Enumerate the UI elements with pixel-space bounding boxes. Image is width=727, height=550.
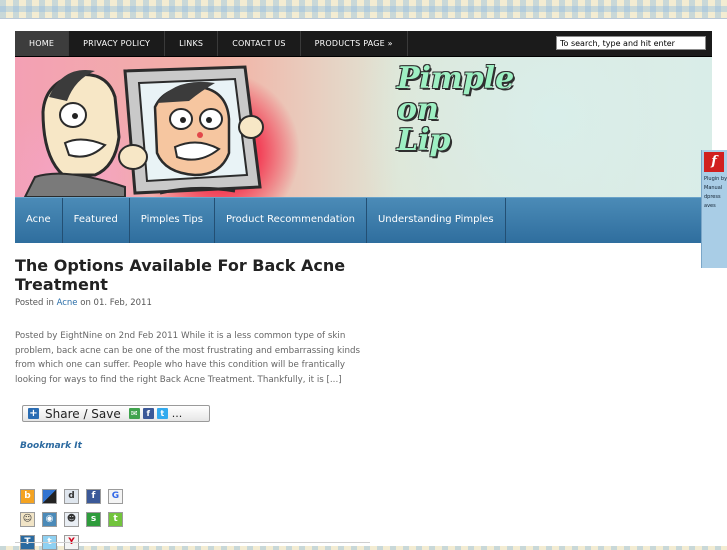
nav-home[interactable]: HOME — [15, 31, 70, 56]
nav-privacy-policy[interactable]: PRIVACY POLICY — [69, 31, 166, 56]
page: HOME PRIVACY POLICY LINKS CONTACT US PRO… — [0, 18, 727, 550]
post-category-link[interactable]: Acne — [57, 298, 78, 308]
delicious-icon[interactable] — [42, 489, 57, 504]
share-more-label: ... — [171, 407, 183, 420]
category-pimples-tips[interactable]: Pimples Tips — [130, 198, 215, 243]
category-understanding-pimples[interactable]: Understanding Pimples — [367, 198, 506, 243]
nav-contact-us[interactable]: CONTACT US — [218, 31, 301, 56]
cartoon-mirror-illustration — [23, 65, 264, 197]
technorati-plus-icon[interactable]: t — [108, 512, 123, 527]
post-title[interactable]: The Options Available For Back Acne Trea… — [15, 256, 375, 294]
share-save-label: Share / Save — [45, 406, 121, 421]
site-header-banner[interactable]: Pimple on Lip — [15, 57, 712, 197]
stumble-icon[interactable]: ◉ — [42, 512, 57, 527]
nav-products-page[interactable]: PRODUCTS PAGE » — [301, 31, 408, 56]
reddit-icon[interactable]: ☻ — [64, 512, 79, 527]
digg-icon[interactable]: d — [64, 489, 79, 504]
facebook-share-icon: f — [142, 408, 154, 419]
post-date: 01. Feb, 2011 — [93, 298, 152, 308]
stumbleupon-icon[interactable]: s — [86, 512, 101, 527]
plus-icon: + — [28, 408, 39, 419]
facebook-icon[interactable]: f — [86, 489, 101, 504]
flash-plugin-widget[interactable]: f Plugin by Manual dpress aves — [701, 150, 727, 268]
bookmark-label: Bookmark It — [20, 441, 82, 451]
email-share-icon: ✉ — [128, 408, 140, 419]
bookmark-icons-row-2: ☺ ◉ ☻ s t — [20, 512, 130, 527]
content-divider — [15, 542, 370, 543]
site-title-logo[interactable]: Pimple on Lip — [397, 63, 597, 156]
post-excerpt: Posted by EightNine on 2nd Feb 2011 Whil… — [15, 331, 361, 385]
google-icon[interactable]: G — [108, 489, 123, 504]
nav-links[interactable]: LINKS — [165, 31, 219, 56]
flash-logo-icon: f — [704, 152, 724, 172]
category-acne[interactable]: Acne — [15, 198, 63, 243]
share-save-button[interactable]: + Share / Save ✉ f t ... — [22, 405, 210, 422]
top-navigation: HOME PRIVACY POLICY LINKS CONTACT US PRO… — [15, 31, 712, 57]
myspace-icon[interactable]: ☺ — [20, 512, 35, 527]
post-meta: Posted in Acne on 01. Feb, 2011 — [15, 298, 152, 308]
search-input[interactable] — [556, 36, 706, 50]
category-product-recommendation[interactable]: Product Recommendation — [215, 198, 367, 243]
blinklist-icon[interactable]: b — [20, 489, 35, 504]
bookmark-icons-row-1: b d f G — [20, 489, 130, 504]
category-featured[interactable]: Featured — [63, 198, 130, 243]
twitter-share-icon: t — [156, 408, 168, 419]
category-navigation: Acne Featured Pimples Tips Product Recom… — [15, 197, 712, 243]
